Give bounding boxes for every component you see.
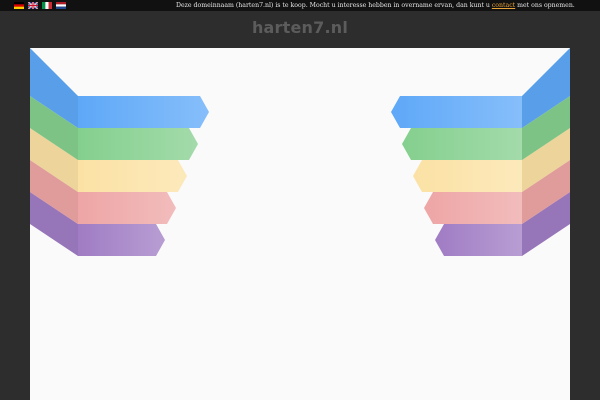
right-ribbon-0 (391, 96, 522, 128)
site-title: harten7.nl (251, 18, 349, 37)
left-ribbon-2 (78, 160, 187, 192)
notice-text: Deze domeinnaam (harten7.nl) is te koop.… (176, 2, 492, 9)
top-bar: Deze domeinnaam (harten7.nl) is te koop.… (0, 0, 600, 11)
contact-link[interactable]: contact (492, 2, 515, 9)
uk-flag-icon[interactable] (28, 2, 38, 9)
language-selector (14, 2, 66, 9)
notice-text-end: met ons opnemen. (515, 2, 575, 9)
left-ribbon-3 (78, 192, 176, 224)
content-panel (30, 48, 570, 400)
left-ribbon-1 (78, 128, 198, 160)
right-ribbon-4 (435, 224, 522, 256)
left-ribbon-0 (78, 96, 209, 128)
domain-sale-notice: Deze domeinnaam (harten7.nl) is te koop.… (176, 0, 575, 11)
left-ribbon-4 (78, 224, 165, 256)
italy-flag-icon[interactable] (42, 2, 52, 9)
netherlands-flag-icon[interactable] (56, 2, 66, 9)
right-ribbon-3 (424, 192, 522, 224)
ribbon-illustration (30, 48, 570, 256)
right-ribbon-2 (413, 160, 522, 192)
germany-flag-icon[interactable] (14, 2, 24, 9)
right-ribbon-1 (402, 128, 522, 160)
